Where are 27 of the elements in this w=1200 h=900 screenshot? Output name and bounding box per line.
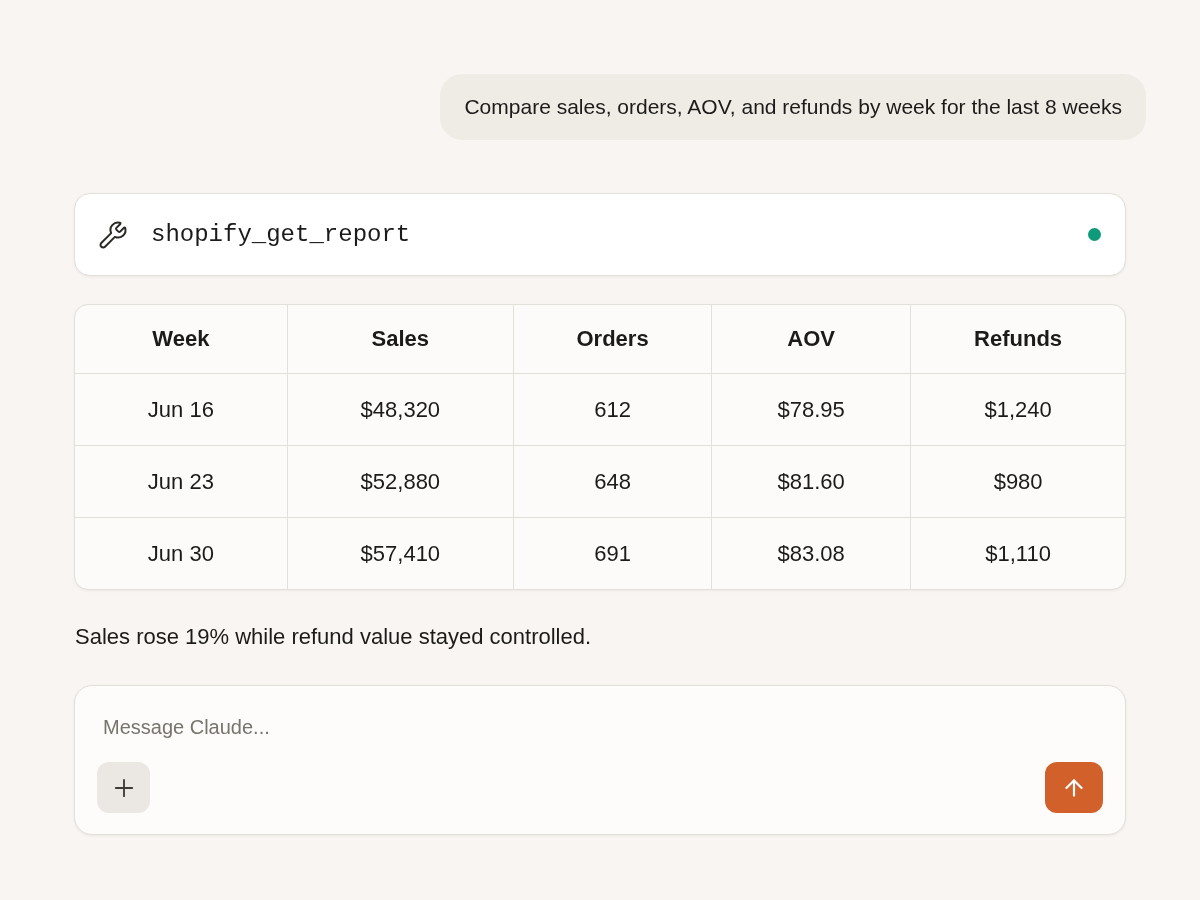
table-cell: $1,240	[910, 373, 1125, 445]
tool-name: shopify_get_report	[151, 219, 411, 250]
column-header: Refunds	[910, 305, 1125, 373]
table-cell: $83.08	[711, 517, 911, 589]
column-header: AOV	[711, 305, 911, 373]
message-input[interactable]: Message Claude...	[103, 712, 1103, 742]
table-cell: 612	[513, 373, 712, 445]
table-cell: $1,110	[910, 517, 1125, 589]
wrench-icon	[98, 219, 128, 250]
user-message-text: Compare sales, orders, AOV, and refunds by week for the last 8 weeks	[464, 94, 1122, 121]
table-cell: $81.60	[711, 445, 911, 517]
table-cell: 691	[513, 517, 712, 589]
table-cell: $980	[910, 445, 1125, 517]
add-button[interactable]	[97, 762, 150, 813]
table-cell: Jun 23	[75, 445, 288, 517]
table-cell: Jun 16	[75, 373, 288, 445]
table-cell: $78.95	[711, 373, 911, 445]
table-cell: 648	[513, 445, 712, 517]
column-header: Sales	[287, 305, 514, 373]
column-header: Orders	[513, 305, 712, 373]
table-cell: $48,320	[287, 373, 514, 445]
table-cell: Jun 30	[75, 517, 288, 589]
table-cell: $52,880	[287, 445, 514, 517]
table-cell: $57,410	[287, 517, 514, 589]
column-header: Week	[75, 305, 288, 373]
send-button[interactable]	[1045, 762, 1103, 813]
assistant-message-text: Sales rose 19% while refund value stayed controlled.	[75, 623, 592, 651]
